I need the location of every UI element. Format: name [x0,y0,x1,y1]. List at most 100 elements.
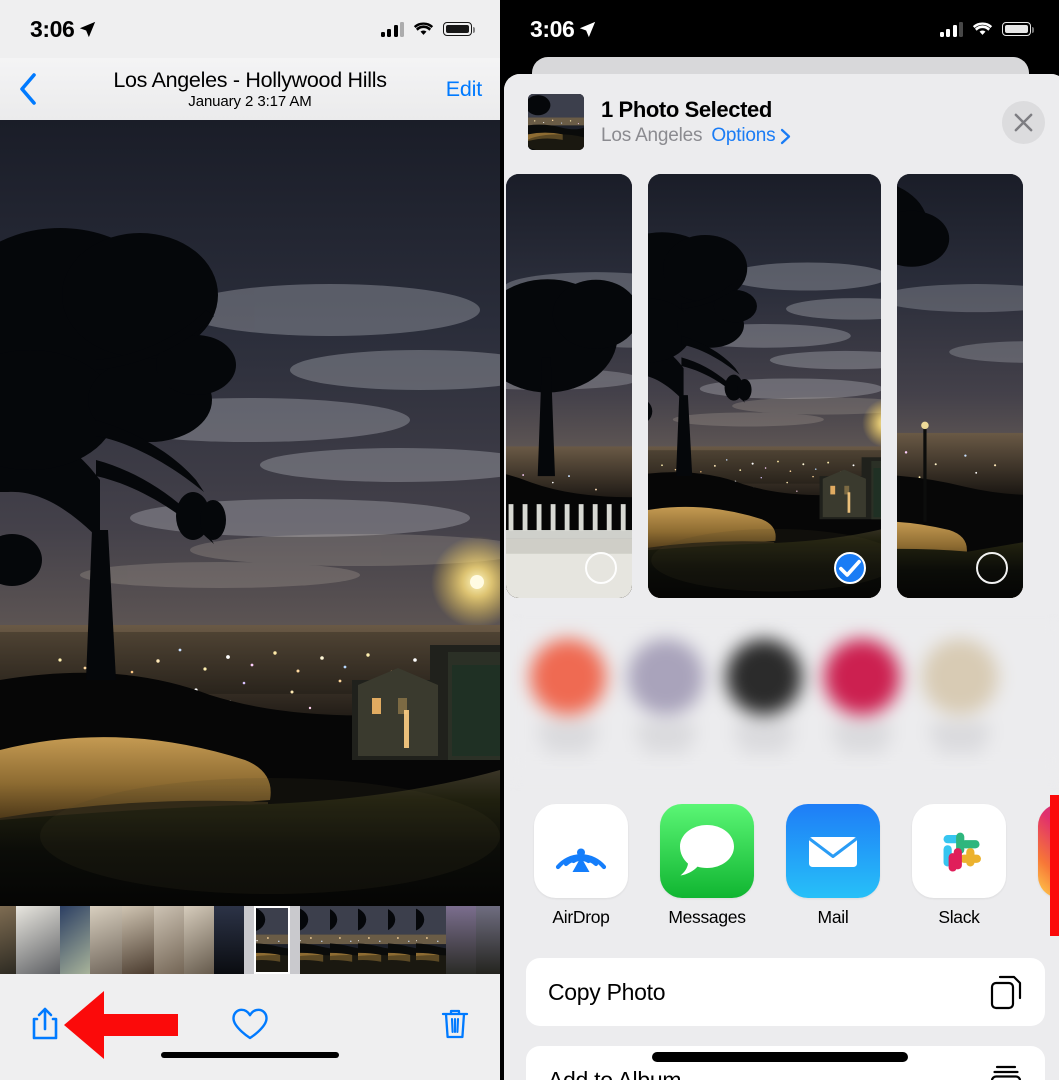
filmstrip-thumb[interactable] [0,906,16,974]
suggested-contacts-row[interactable] [504,614,1059,792]
photo-thumbnail-1[interactable] [506,174,632,598]
selection-circle-unchecked[interactable] [585,552,617,584]
home-indicator [161,1052,339,1058]
contact-suggestion[interactable] [530,639,606,752]
photo-carousel[interactable] [506,168,1059,614]
filmstrip-thumb[interactable] [476,906,500,974]
filmstrip-thumb[interactable] [214,906,244,974]
selection-circle-checked[interactable] [834,552,866,584]
contact-suggestion[interactable] [628,639,704,752]
selected-photo-thumbnail-image [528,94,584,150]
avatar [628,639,704,715]
filmstrip-thumb-selected[interactable] [254,906,290,974]
messages-glyph [680,825,734,876]
home-indicator [651,1052,908,1062]
chevron-left-icon [20,73,36,105]
status-indicators-right [939,21,1035,37]
avatar [726,639,802,715]
filmstrip-thumb[interactable] [90,906,122,974]
filmstrip-thumb[interactable] [184,906,214,974]
share-app-slack[interactable]: Slack [912,804,1006,928]
avatar [824,639,900,715]
action-label: Copy Photo [548,978,666,1005]
battery-full-icon [1002,22,1035,36]
action-copy-photo[interactable]: Copy Photo [526,958,1045,1026]
share-app-mail[interactable]: Mail [786,804,880,928]
share-button[interactable] [30,1006,60,1042]
filmstrip-gap [244,906,254,974]
contact-suggestion[interactable] [922,639,998,752]
close-icon [1014,113,1033,131]
share-app-label: Messages [668,907,746,927]
photo-thumbnail-2[interactable] [648,174,881,598]
back-button[interactable] [18,72,58,106]
instagram-icon [1038,804,1059,898]
filmstrip-thumb-image [254,906,290,974]
photo-filmstrip[interactable] [0,906,500,974]
edit-button[interactable]: Edit [446,77,482,102]
filmstrip-thumb-image [330,906,358,974]
share-app-instagram[interactable]: Ins [1038,804,1059,928]
contact-suggestion[interactable] [824,639,900,752]
selection-count-title: 1 Photo Selected [601,96,772,122]
filmstrip-thumb[interactable] [388,906,416,974]
filmstrip-thumb[interactable] [122,906,154,974]
status-time-right: 3:06 [530,16,596,43]
filmstrip-thumb[interactable] [446,906,476,974]
left-phone-photos-app: 3:06 Los Angeles - Hollywood Hills Janua… [0,0,500,1080]
airdrop-glyph [555,848,607,872]
status-time-text: 3:06 [30,15,75,42]
favorite-button[interactable] [231,1007,269,1041]
main-photo-image [0,120,500,906]
filmstrip-thumb[interactable] [16,906,60,974]
wifi-icon [972,22,993,35]
share-apps-list[interactable]: AirDrop Messages Mail Slack [504,804,1059,928]
contact-name-placeholder [930,727,990,736]
action-label: Add to Album [548,1066,682,1080]
share-sheet-header: 1 Photo Selected Los Angeles Options [504,74,1059,168]
share-app-label: Ins [1038,907,1059,928]
share-app-messages[interactable]: Messages [660,804,754,928]
share-app-airdrop[interactable]: AirDrop [534,804,628,928]
side-by-side-screenshots: 3:06 Los Angeles - Hollywood Hills Janua… [0,0,1059,1080]
contact-suggestion[interactable] [726,639,802,752]
filmstrip-thumb-image [358,906,388,974]
filmstrip-thumb-image [388,906,416,974]
filmstrip-thumb[interactable] [330,906,358,974]
photo-datetime: January 2 3:17 AM [188,93,312,111]
photo-thumbnail-2-image [648,174,881,598]
contact-name-placeholder [734,727,794,736]
close-button[interactable] [1002,100,1045,144]
right-phone-share-sheet: 3:06 1 Photo Selected Los Angeles Option… [500,0,1059,1080]
photo-thumbnail-1-image [506,174,632,598]
filmstrip-thumb-image [416,906,446,974]
contact-app-placeholder [936,743,984,752]
filmstrip-thumb[interactable] [416,906,446,974]
share-apps-row[interactable]: AirDrop Messages Mail Slack [504,792,1059,938]
avatar [922,639,998,715]
main-photo[interactable] [0,120,500,906]
photo-thumbnail-3[interactable] [897,174,1023,598]
contact-app-placeholder [740,743,788,752]
share-app-label: Mail [817,907,849,927]
delete-button[interactable] [440,1007,470,1041]
mail-icon [786,804,880,898]
copy-icon [990,975,1022,1010]
filmstrip-thumb[interactable] [154,906,184,974]
battery-full-icon [443,22,476,36]
filmstrip-thumb[interactable] [60,906,90,974]
signal-bars-icon [380,21,404,37]
mail-glyph [809,837,857,867]
suggested-contacts-blurred[interactable] [504,614,1059,774]
trash-icon [441,1009,469,1039]
options-button[interactable]: Options [711,125,791,147]
filmstrip-thumb[interactable] [358,906,388,974]
page-title: Los Angeles - Hollywood Hills [113,67,387,92]
checkmark-icon [839,559,861,577]
share-sheet-subtitle: Los Angeles Options [601,125,985,147]
options-label: Options [711,125,776,147]
heart-icon [232,1008,268,1040]
filmstrip-thumb[interactable] [300,906,330,974]
status-time-left: 3:06 [30,16,96,43]
selection-circle-unchecked[interactable] [976,552,1008,584]
